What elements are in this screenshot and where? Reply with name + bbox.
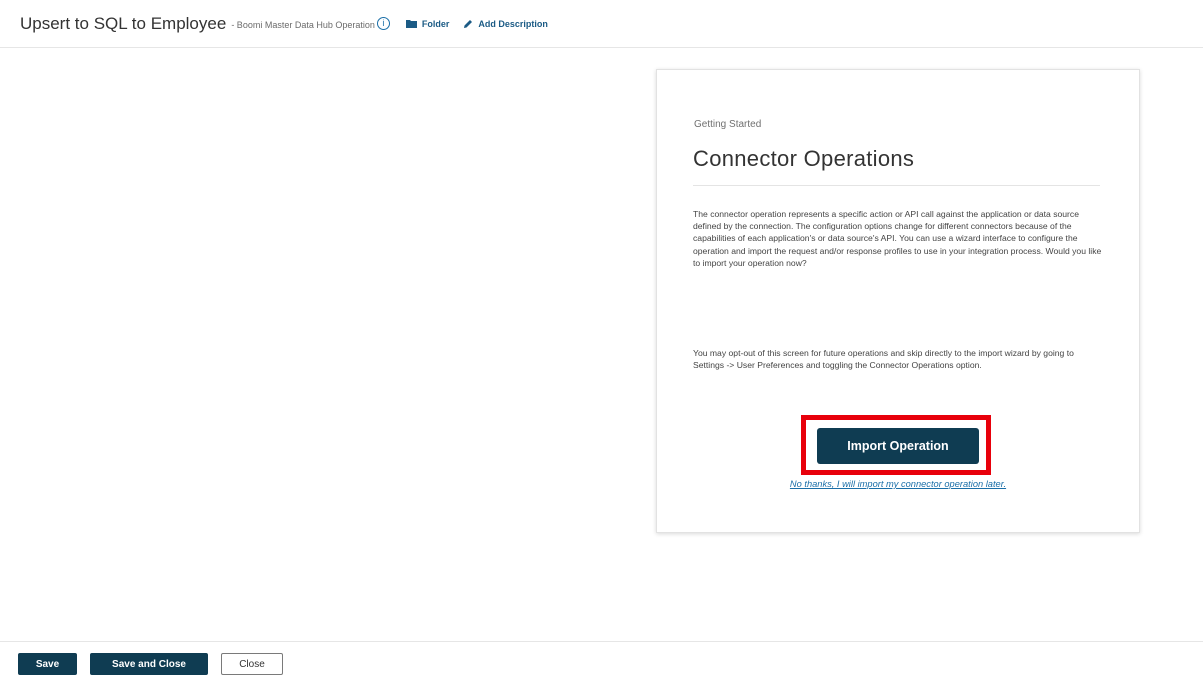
footer-toolbar: Save Save and Close Close (18, 653, 296, 675)
component-name[interactable]: Upsert to SQL to Employee (20, 14, 226, 34)
save-and-close-button[interactable]: Save and Close (90, 653, 208, 675)
getting-started-card: Getting Started Connector Operations The… (656, 69, 1140, 533)
folder-link[interactable]: Folder (405, 18, 450, 29)
footer-divider (0, 641, 1203, 642)
card-divider (693, 185, 1100, 186)
add-description-label: Add Description (478, 18, 548, 29)
folder-icon (405, 20, 417, 28)
info-icon[interactable]: i (376, 17, 390, 30)
close-button[interactable]: Close (221, 653, 283, 675)
import-later-link[interactable]: No thanks, I will import my connector op… (657, 479, 1139, 489)
pencil-icon (464, 19, 473, 28)
save-button[interactable]: Save (18, 653, 77, 675)
add-description-link[interactable]: Add Description (463, 19, 548, 29)
card-opt-out-note: You may opt-out of this screen for futur… (693, 348, 1074, 371)
card-eyebrow: Getting Started (694, 119, 762, 130)
import-operation-button[interactable]: Import Operation (817, 428, 979, 464)
component-header: Upsert to SQL to Employee - Boomi Master… (0, 0, 1203, 48)
component-type: - Boomi Master Data Hub Operation (231, 19, 375, 30)
card-description: The connector operation represents a spe… (693, 209, 1102, 268)
connector-operation-page: Upsert to SQL to Employee - Boomi Master… (0, 0, 1203, 675)
folder-label: Folder (421, 18, 450, 29)
card-title: Connector Operations (693, 146, 915, 171)
